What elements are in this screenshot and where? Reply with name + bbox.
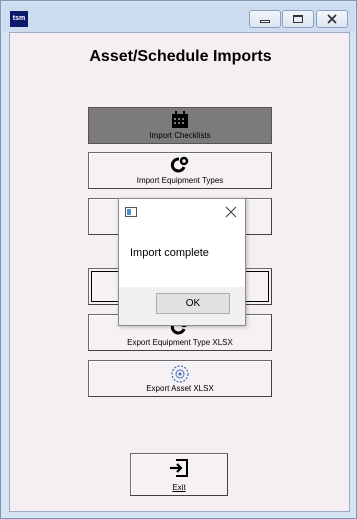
app-icon: tsm: [10, 11, 28, 27]
maximize-icon: [293, 15, 303, 23]
dialog-footer: OK: [119, 287, 245, 325]
dialog-message: Import complete: [130, 247, 209, 259]
export-asset-xlsx-button[interactable]: Export Asset XLSX: [88, 360, 272, 397]
equipment-type-icon: [89, 156, 271, 174]
import-checklists-label: Import Checklists: [149, 131, 211, 140]
asset-icon: [89, 364, 271, 383]
exit-button[interactable]: Exit: [130, 453, 228, 496]
dialog-close-button[interactable]: [223, 204, 239, 220]
title-bar[interactable]: tsm: [2, 2, 355, 32]
calendar-icon: [89, 111, 271, 129]
close-icon: [327, 14, 337, 24]
import-equipment-types-label: Import Equipment Types: [136, 176, 224, 185]
page-title: Asset/Schedule Imports: [89, 48, 272, 65]
dialog-body: Import complete: [119, 227, 245, 287]
export-asset-xlsx-label: Export Asset XLSX: [146, 384, 214, 393]
minimize-button[interactable]: [249, 10, 281, 28]
import-complete-dialog: Import complete OK: [118, 198, 246, 326]
dialog-title-bar[interactable]: [119, 199, 245, 227]
exit-icon: [131, 458, 227, 478]
close-button[interactable]: [316, 10, 348, 28]
import-equipment-types-button[interactable]: Import Equipment Types: [88, 152, 272, 189]
close-icon: [225, 206, 237, 218]
exit-label: Exit: [172, 483, 186, 492]
export-equipment-type-xlsx-label: Export Equipment Type XLSX: [127, 338, 233, 347]
minimize-icon: [260, 20, 270, 23]
maximize-button[interactable]: [282, 10, 314, 28]
import-checklists-button[interactable]: Import Checklists: [88, 107, 272, 144]
ok-button[interactable]: OK: [156, 293, 230, 314]
app-window-icon: [125, 207, 137, 217]
